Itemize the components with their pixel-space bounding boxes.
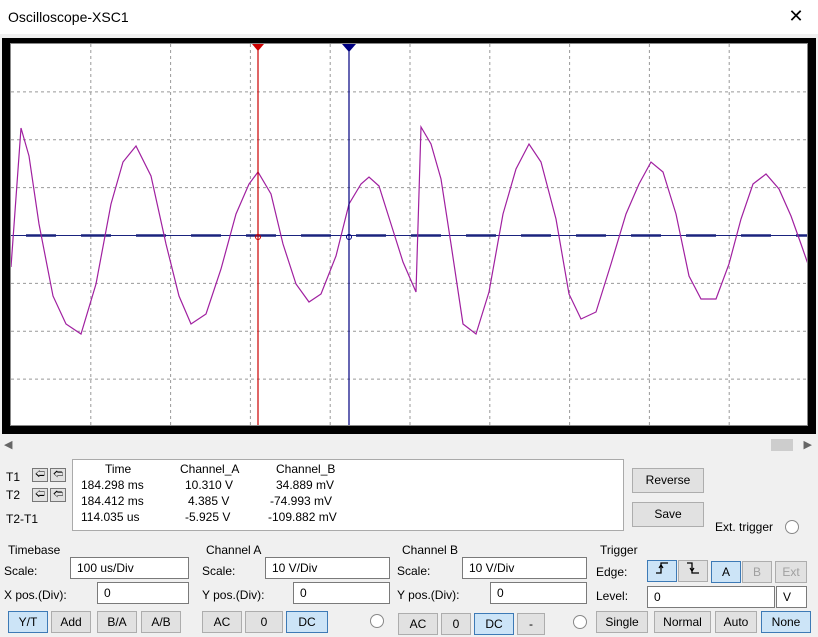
channel-b-minus-button[interactable]: - bbox=[517, 613, 545, 635]
trigger-normal-button[interactable]: Normal bbox=[654, 611, 711, 633]
channel-b-terminal[interactable] bbox=[573, 615, 587, 629]
mode-ab-button[interactable]: A/B bbox=[141, 611, 181, 633]
trigger-title: Trigger bbox=[600, 543, 638, 557]
channel-b-title: Channel B bbox=[402, 543, 459, 557]
timebase-scale-field[interactable]: 100 us/Div bbox=[70, 557, 189, 579]
t2-t1-label: T2-T1 bbox=[6, 512, 39, 526]
t2-right-arrow-icon[interactable]: 🢢 bbox=[50, 488, 66, 502]
trigger-edge-label: Edge: bbox=[596, 565, 628, 579]
rising-edge-icon bbox=[656, 562, 668, 574]
channel-a-scale-label: Scale: bbox=[202, 564, 236, 578]
trigger-level-unit[interactable]: V bbox=[776, 586, 807, 608]
title-bar: Oscilloscope-XSC1 ✕ bbox=[0, 0, 818, 34]
readout-t2-time: 184.412 ms bbox=[81, 494, 144, 508]
t1-label: T1 bbox=[6, 470, 21, 484]
ext-trigger-label: Ext. trigger bbox=[715, 520, 774, 534]
channel-a-ypos-field[interactable]: 0 bbox=[293, 582, 390, 604]
ext-trigger-terminal[interactable] bbox=[785, 520, 799, 534]
scope-display bbox=[10, 43, 808, 426]
cursor-readout: Time Channel_A Channel_B 184.298 ms 10.3… bbox=[72, 459, 624, 531]
channel-a-ac-button[interactable]: AC bbox=[202, 611, 242, 633]
save-button[interactable]: Save bbox=[632, 502, 704, 527]
rising-edge-button[interactable] bbox=[647, 560, 677, 582]
scroll-thumb[interactable] bbox=[771, 439, 793, 451]
cursor-t1-handle bbox=[252, 44, 264, 51]
readout-diff-time: 114.035 us bbox=[81, 510, 140, 524]
readout-header-channel-a: Channel_A bbox=[180, 462, 240, 476]
channel-b-dc-button[interactable]: DC bbox=[474, 613, 514, 635]
cursor-t2-handle bbox=[342, 44, 356, 52]
trigger-level-label: Level: bbox=[596, 589, 629, 603]
timebase-title: Timebase bbox=[8, 543, 61, 557]
channel-b-ypos-field[interactable]: 0 bbox=[490, 582, 587, 604]
t2-left-arrow-icon[interactable]: 🢠 bbox=[32, 488, 48, 502]
readout-t1-channel-a: 10.310 V bbox=[185, 478, 234, 492]
mode-ba-button[interactable]: B/A bbox=[97, 611, 137, 633]
trigger-level-field[interactable]: 0 bbox=[647, 586, 775, 608]
channel-a-zero-button[interactable]: 0 bbox=[245, 611, 283, 633]
trigger-auto-button[interactable]: Auto bbox=[715, 611, 757, 633]
trigger-single-button[interactable]: Single bbox=[596, 611, 648, 633]
readout-t1-time: 184.298 ms bbox=[81, 478, 144, 492]
timebase-scale-label: Scale: bbox=[4, 564, 38, 578]
cursor-controls: T1 🢠 🢢 T2 🢠 🢢 T2-T1 bbox=[4, 462, 68, 532]
readout-t1-channel-b: 34.889 mV bbox=[276, 478, 335, 492]
falling-edge-button[interactable] bbox=[678, 560, 708, 582]
readout-t2-channel-a: 4.385 V bbox=[188, 494, 230, 508]
scroll-left-icon[interactable]: ◀ bbox=[4, 438, 12, 451]
readout-header-channel-b: Channel_B bbox=[276, 462, 336, 476]
readout-diff-channel-b: -109.882 mV bbox=[268, 510, 337, 524]
t1-left-arrow-icon[interactable]: 🢠 bbox=[32, 468, 48, 482]
timebase-xpos-field[interactable]: 0 bbox=[97, 582, 189, 604]
scroll-right-icon[interactable]: ▶ bbox=[804, 438, 812, 451]
trigger-source-b-button[interactable]: B bbox=[742, 561, 772, 583]
scope-plot bbox=[11, 44, 807, 425]
readout-header-time: Time bbox=[105, 462, 132, 476]
channel-b-ypos-label: Y pos.(Div): bbox=[397, 588, 460, 602]
reverse-button[interactable]: Reverse bbox=[632, 468, 704, 493]
channel-a-terminal[interactable] bbox=[370, 614, 384, 628]
timebase-xpos-label: X pos.(Div): bbox=[4, 588, 67, 602]
trigger-source-a-button[interactable]: A bbox=[711, 561, 741, 583]
channel-a-ypos-label: Y pos.(Div): bbox=[202, 588, 265, 602]
readout-t2-channel-b: -74.993 mV bbox=[270, 494, 333, 508]
scope-display-frame bbox=[2, 38, 816, 434]
channel-a-dc-button[interactable]: DC bbox=[286, 611, 328, 633]
channel-a-scale-field[interactable]: 10 V/Div bbox=[265, 557, 390, 579]
channel-b-ac-button[interactable]: AC bbox=[398, 613, 438, 635]
channel-b-scale-field[interactable]: 10 V/Div bbox=[462, 557, 587, 579]
readout-diff-channel-a: -5.925 V bbox=[185, 510, 231, 524]
window-title: Oscilloscope-XSC1 bbox=[8, 9, 129, 25]
channel-a-title: Channel A bbox=[206, 543, 262, 557]
mode-add-button[interactable]: Add bbox=[51, 611, 91, 633]
t2-label: T2 bbox=[6, 488, 21, 502]
horizontal-scrollbar[interactable]: ◀ ▶ bbox=[0, 437, 818, 453]
close-icon[interactable]: ✕ bbox=[786, 5, 806, 27]
t1-right-arrow-icon[interactable]: 🢢 bbox=[50, 468, 66, 482]
trigger-none-button[interactable]: None bbox=[761, 611, 811, 633]
trigger-source-ext-button[interactable]: Ext bbox=[775, 561, 807, 583]
channel-b-scale-label: Scale: bbox=[397, 564, 431, 578]
channel-b-zero-button[interactable]: 0 bbox=[441, 613, 471, 635]
mode-yt-button[interactable]: Y/T bbox=[8, 611, 48, 633]
falling-edge-icon bbox=[687, 562, 699, 574]
